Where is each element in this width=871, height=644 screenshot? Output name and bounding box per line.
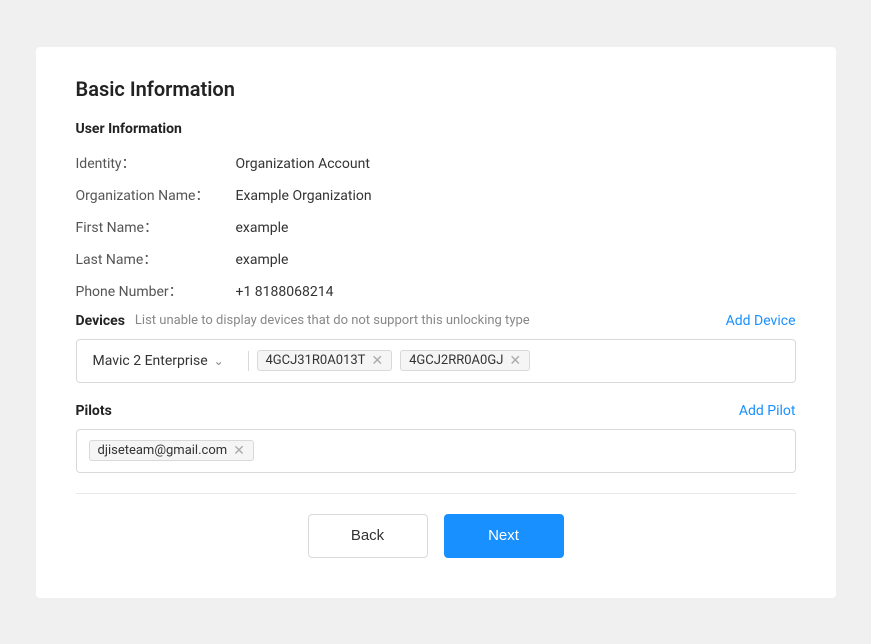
identity-value: Organization Account (236, 156, 370, 172)
devices-left: Devices List unable to display devices t… (76, 313, 530, 329)
add-device-button[interactable]: Add Device (726, 313, 796, 329)
phone-label: Phone Number： (76, 281, 236, 301)
device-type-select[interactable]: Mavic 2 Enterprise ⌄ (89, 351, 249, 371)
device-tag-1-close[interactable]: ✕ (371, 354, 383, 368)
pilots-label: Pilots (76, 403, 112, 419)
divider (76, 493, 796, 494)
first-name-label: First Name： (76, 217, 236, 237)
identity-row: Identity： Organization Account (76, 153, 796, 173)
identity-label: Identity： (76, 153, 236, 173)
phone-value: +1 8188068214 (236, 284, 334, 300)
back-button[interactable]: Back (308, 514, 428, 558)
next-button[interactable]: Next (444, 514, 564, 558)
device-tag-2-close[interactable]: ✕ (509, 354, 521, 368)
pilots-header: Pilots Add Pilot (76, 403, 796, 419)
pilot-tag-1: djiseteam@gmail.com ✕ (89, 440, 254, 461)
last-name-row: Last Name： example (76, 249, 796, 269)
org-name-label: Organization Name： (76, 185, 236, 205)
devices-box: Mavic 2 Enterprise ⌄ 4GCJ31R0A013T ✕ 4GC… (76, 339, 796, 383)
main-card: Basic Information User Information Ident… (36, 47, 836, 598)
device-tag-2-value: 4GCJ2RR0A0GJ (409, 353, 503, 368)
device-tag-1: 4GCJ31R0A013T ✕ (257, 350, 393, 371)
pilot-tag-1-value: djiseteam@gmail.com (98, 443, 228, 458)
device-tag-1-value: 4GCJ31R0A013T (266, 353, 366, 368)
pilots-box: djiseteam@gmail.com ✕ (76, 429, 796, 473)
org-name-value: Example Organization (236, 188, 372, 204)
devices-header: Devices List unable to display devices t… (76, 313, 796, 329)
last-name-value: example (236, 252, 289, 268)
user-information-heading: User Information (76, 121, 796, 137)
devices-hint: List unable to display devices that do n… (135, 313, 530, 328)
footer-buttons: Back Next (76, 514, 796, 558)
page-title: Basic Information (76, 77, 796, 101)
pilot-tag-1-close[interactable]: ✕ (233, 444, 245, 458)
first-name-value: example (236, 220, 289, 236)
last-name-label: Last Name： (76, 249, 236, 269)
phone-row: Phone Number： +1 8188068214 (76, 281, 796, 301)
org-name-row: Organization Name： Example Organization (76, 185, 796, 205)
device-tag-2: 4GCJ2RR0A0GJ ✕ (400, 350, 530, 371)
add-pilot-button[interactable]: Add Pilot (739, 403, 796, 419)
devices-label: Devices (76, 313, 125, 329)
device-select-value: Mavic 2 Enterprise (93, 353, 208, 369)
first-name-row: First Name： example (76, 217, 796, 237)
chevron-down-icon: ⌄ (214, 354, 224, 368)
